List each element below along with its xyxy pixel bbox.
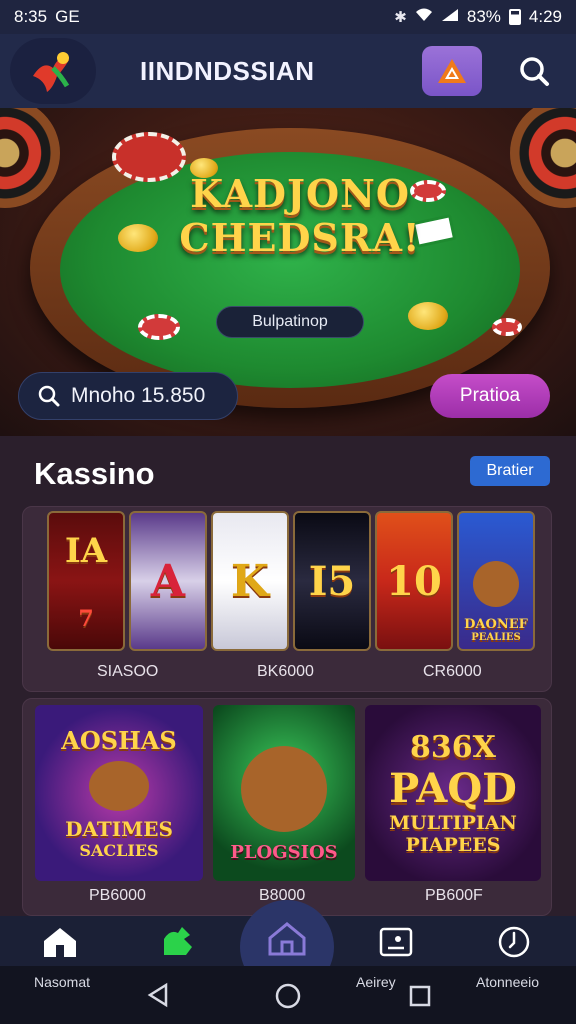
slot-reel-bear[interactable]: DAONEF PEALIES: [457, 511, 535, 651]
account-icon: [498, 926, 530, 958]
game-subtitle: SACLIES: [79, 841, 159, 860]
slot-label: SIASOO: [97, 663, 159, 680]
status-time-right: 4:29: [528, 7, 562, 26]
search-icon: [520, 57, 549, 86]
system-nav-bar: Nasomat Aeirey Atonneeio: [0, 966, 576, 1024]
app-header: IINDNDSSIAN: [0, 34, 576, 108]
roulette-wheel-right: [510, 108, 576, 208]
home-outline-icon: [268, 922, 306, 956]
recents-button[interactable]: [408, 984, 432, 1013]
lion-mascot-icon: [241, 746, 327, 832]
jackpot-search-pill[interactable]: Mnoho 15.850: [18, 372, 238, 420]
chip: [492, 318, 522, 336]
slot-symbol: 10: [386, 557, 442, 605]
app-logo[interactable]: [10, 38, 96, 104]
game-subtitle: MULTIPIAN: [389, 812, 517, 834]
slot-symbol: DAONEF: [464, 617, 528, 632]
casino-section: Kassino Bratier IA 7 A K I5 10 DAONEF PE…: [0, 436, 576, 916]
promo-button[interactable]: [422, 46, 482, 96]
slot-reel[interactable]: I5: [293, 511, 371, 651]
section-badge-button[interactable]: Bratier: [470, 456, 550, 486]
game-tile[interactable]: 836X PAQD MULTIPIAN PIAPEES: [365, 705, 541, 881]
bluetooth-icon: ✱: [394, 9, 407, 26]
game-tile[interactable]: PLOGSIOS: [213, 705, 355, 881]
game-subtitle: PIAPEES: [405, 834, 501, 856]
hero-banner[interactable]: KADJONO CHEDSRA! Bulpatinop Mnoho 15.850…: [0, 108, 576, 436]
home-icon: [44, 928, 76, 957]
home-system-button[interactable]: [274, 982, 302, 1015]
hero-title: KADJONO CHEDSRA!: [150, 172, 450, 260]
nav-label-left: Nasomat: [34, 974, 91, 990]
game-subtitle: DATIMES: [65, 817, 173, 841]
app-title: IINDNDSSIAN: [140, 55, 315, 86]
game-label: PB6000: [89, 887, 146, 904]
game-multiplier: 836X: [410, 730, 496, 765]
search-button[interactable]: [514, 51, 554, 91]
slot-reel[interactable]: IA 7: [47, 511, 125, 651]
nav-sports[interactable]: [158, 924, 198, 960]
otter-mascot-icon: [89, 761, 149, 811]
slot-symbol: IA: [64, 530, 108, 571]
game-title: PAQD: [389, 765, 517, 812]
sports-icon: [164, 927, 192, 955]
signal-icon: [441, 8, 459, 26]
gold-coin: [408, 302, 448, 330]
back-button[interactable]: [146, 982, 170, 1013]
games-card: AOSHAS DATIMES SACLIES PLOGSIOS 836X PAQ…: [22, 698, 552, 916]
battery-icon: [508, 9, 521, 25]
slot-reel[interactable]: 10: [375, 511, 453, 651]
play-button[interactable]: Pratioa: [430, 374, 550, 418]
nav-account[interactable]: [494, 924, 534, 960]
bear-mascot-icon: [473, 561, 519, 607]
hero-title-line1: KADJONO: [190, 171, 410, 216]
recents-square-icon: [409, 985, 431, 1007]
slot-reel[interactable]: K: [211, 511, 289, 651]
search-icon: [38, 385, 60, 407]
nav-label-right: Atonneeio: [476, 974, 540, 990]
chip: [138, 314, 180, 340]
slot-symbol: A: [150, 555, 186, 607]
slot-label: CR6000: [423, 663, 482, 680]
status-time: 8:35: [14, 7, 48, 26]
back-triangle-icon: [147, 982, 168, 1008]
slot-label: BK6000: [257, 663, 314, 680]
slot-symbol: PEALIES: [471, 632, 521, 643]
status-bar: 8:35 GE ✱ 83% 4:29: [0, 0, 576, 34]
slot-reel[interactable]: A: [129, 511, 207, 651]
hero-pill[interactable]: Bulpatinop: [216, 306, 364, 338]
wallet-icon: [379, 927, 413, 957]
slot-symbol: I5: [308, 557, 356, 605]
slot-symbol: 7: [78, 605, 94, 632]
nav-home[interactable]: [40, 924, 80, 960]
battery-percent: 83%: [466, 7, 501, 26]
game-label: PB600F: [425, 887, 483, 904]
nav-label-mid: Aeirey: [356, 974, 396, 990]
slots-card: IA 7 A K I5 10 DAONEF PEALIES SIASOO BK6…: [22, 506, 552, 692]
wifi-icon: [415, 8, 433, 26]
jackpot-search-text: Mnoho 15.850: [71, 384, 206, 407]
carrier-label: GE: [55, 7, 80, 26]
warning-triangle-icon: [438, 59, 466, 83]
home-circle-icon: [275, 983, 301, 1009]
game-title: AOSHAS: [61, 726, 177, 755]
nav-wallet[interactable]: [376, 924, 416, 960]
game-title: PLOGSIOS: [230, 842, 338, 863]
hero-title-line2: CHEDSRA!: [179, 215, 421, 260]
game-tile[interactable]: AOSHAS DATIMES SACLIES: [35, 705, 203, 881]
slot-symbol: K: [230, 555, 270, 607]
roulette-wheel-left: [0, 108, 60, 208]
section-title: Kassino: [34, 456, 155, 491]
